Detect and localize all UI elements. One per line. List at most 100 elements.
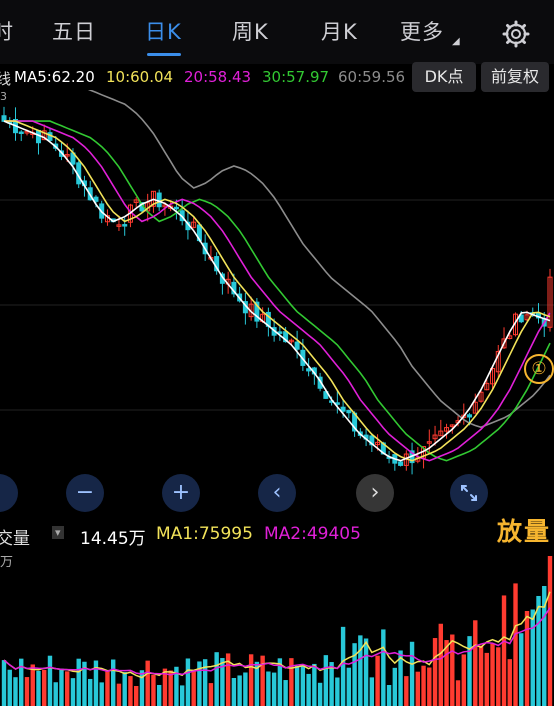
volume-bar [409, 641, 415, 706]
volume-bar [415, 671, 421, 706]
volume-legend-bar: 交量 ▾ 14.45万 MA1:75995 MA2:49405 [0, 518, 554, 550]
fq-adjust-button[interactable]: 前复权 [481, 62, 549, 92]
volume-bar [484, 652, 489, 706]
volume-bar [478, 645, 484, 706]
volume-title[interactable]: 交量 [0, 524, 30, 549]
volume-bar [461, 654, 466, 706]
volume-bar [151, 674, 156, 706]
volume-bar [473, 620, 478, 706]
candle-body [122, 224, 128, 227]
volume-bar [248, 654, 254, 706]
vol-ma1-value: MA1:75995 [156, 524, 253, 544]
volume-bar [352, 643, 357, 706]
volume-bar [122, 672, 127, 706]
kline-chart[interactable] [0, 90, 554, 520]
candle-body [467, 414, 473, 418]
volume-bar [185, 658, 191, 706]
volume-bar [1, 660, 7, 706]
volume-bar [116, 683, 122, 706]
volume-bar [168, 670, 173, 706]
volume-bar [65, 671, 70, 706]
volume-bar [438, 623, 443, 706]
volume-bar [59, 668, 64, 706]
volume-bar [427, 667, 432, 706]
volume-bar [179, 685, 185, 706]
tab-monthly-k[interactable]: 月K [321, 16, 358, 46]
more-caret-icon: ◢ [452, 36, 460, 47]
dk-point-button[interactable]: DK点 [412, 62, 476, 92]
tab-five-day[interactable]: 五日 [52, 16, 96, 46]
volume-bar [312, 663, 317, 706]
volume-bar [363, 638, 369, 706]
volume-bar [306, 673, 311, 706]
volume-bar [105, 670, 110, 706]
volume-bar [220, 658, 225, 706]
volume-bar [524, 611, 530, 706]
volume-bar [432, 638, 438, 706]
tab-intraday[interactable]: 时 [0, 16, 14, 46]
candle-body [18, 131, 24, 135]
volume-bar [381, 629, 386, 706]
next-button[interactable]: › [356, 474, 394, 512]
top-axis-label: 3 [0, 90, 7, 103]
volume-bar [7, 669, 12, 706]
volume-bar [404, 676, 409, 706]
volume-bar [513, 583, 518, 706]
candle-body [340, 406, 346, 412]
volume-bar [375, 655, 380, 706]
volume-bar [156, 684, 162, 706]
zoom-in-button[interactable]: + [162, 474, 200, 512]
ma20-value: 20:58.43 [184, 68, 252, 86]
volume-bar [271, 672, 277, 706]
volume-chart[interactable] [0, 548, 554, 706]
ma60-line [87, 90, 551, 429]
volume-bar [455, 680, 461, 706]
tab-daily-k[interactable]: 日K [145, 16, 182, 46]
candle-body [173, 206, 179, 210]
ma5-value: MA5:62.20 [14, 68, 95, 86]
volume-bar [42, 669, 47, 706]
volume-bar [467, 636, 472, 706]
gear-icon[interactable] [502, 20, 530, 48]
ma-prefix: 线 [0, 70, 12, 88]
volume-dropdown-icon[interactable]: ▾ [52, 526, 64, 539]
volume-bar [145, 660, 150, 706]
volume-bar [237, 675, 242, 706]
volume-bar [536, 595, 541, 706]
fullscreen-button[interactable] [450, 474, 488, 512]
volume-bar [283, 680, 288, 706]
ma10-value: 10:60.04 [106, 68, 174, 86]
volume-bar [294, 665, 300, 706]
tab-more[interactable]: 更多 [400, 16, 444, 46]
prev-button[interactable]: ‹ [258, 474, 296, 512]
zoom-out-button[interactable]: − [66, 474, 104, 512]
active-tab-indicator [147, 53, 181, 56]
candle-body [398, 461, 404, 466]
volume-bar [496, 647, 501, 706]
volume-bar [111, 659, 116, 706]
volume-bar [369, 677, 375, 706]
volume-bar [530, 609, 535, 706]
volume-bar [13, 677, 18, 706]
candle-body [156, 192, 162, 208]
volume-bar [329, 662, 334, 706]
volume-bar [507, 659, 512, 706]
vol-ma2-value: MA2:49405 [264, 524, 361, 544]
volume-bar [30, 664, 35, 706]
volume-bar [266, 671, 271, 706]
tab-weekly-k[interactable]: 周K [232, 16, 269, 46]
volume-bar [128, 676, 133, 706]
ma60-value: 60:59.56 [338, 68, 406, 86]
volume-value: 14.45万 [80, 529, 146, 549]
volume-bar [208, 683, 214, 706]
volume-bar [450, 634, 455, 706]
volume-bar [392, 667, 398, 706]
volume-bar [70, 678, 76, 706]
volume-bar [76, 658, 81, 706]
volume-bar [47, 655, 53, 706]
annotation-label: 放量 [497, 517, 552, 546]
volume-bar [386, 685, 392, 706]
volume-bar [214, 652, 219, 706]
volume-bar [421, 665, 426, 706]
volume-bar [340, 626, 346, 706]
